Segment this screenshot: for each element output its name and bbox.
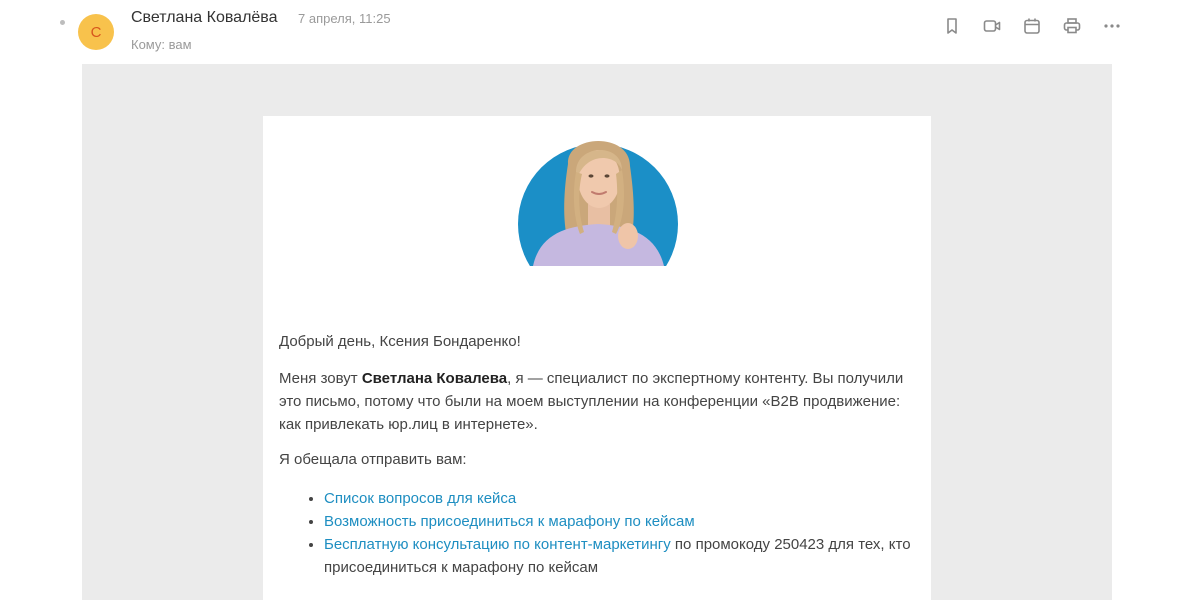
bookmark-icon (947, 18, 957, 34)
intro-text-start: Меня зовут (279, 370, 362, 387)
offer-item: Список вопросов для кейса (324, 487, 919, 510)
avatar-letter: С (90, 23, 102, 41)
promise-line: Я обещала отправить вам: (279, 451, 467, 468)
collapse-dot[interactable] (60, 20, 65, 25)
email-content: Добрый день, Ксения Бондаренко! Меня зов… (279, 330, 919, 579)
avatar: С (78, 14, 114, 50)
email-body-background: Добрый день, Ксения Бондаренко! Меня зов… (82, 64, 1112, 600)
more-icon (1104, 24, 1120, 28)
print-icon (1063, 18, 1081, 34)
offer-link-consultation[interactable]: Бесплатную консультацию по контент-марке… (324, 536, 671, 553)
author-photo (518, 124, 678, 266)
calendar-icon (1024, 18, 1040, 34)
video-call-button[interactable] (980, 14, 1004, 38)
recipient-line[interactable]: Кому: вам (131, 37, 192, 52)
intro-paragraph: Меня зовут Светлана Ковалева, я — специа… (279, 367, 919, 436)
offer-link-marathon[interactable]: Возможность присоединиться к марафону по… (324, 513, 695, 530)
offer-list: Список вопросов для кейса Возможность пр… (279, 487, 919, 579)
video-call-icon (983, 20, 1001, 32)
offer-link-questions[interactable]: Список вопросов для кейса (324, 490, 516, 507)
message-toolbar (940, 14, 1124, 38)
calendar-button[interactable] (1020, 14, 1044, 38)
greeting: Добрый день, Ксения Бондаренко! (279, 333, 521, 350)
intro-author-name: Светлана Ковалева (361, 370, 508, 387)
print-button[interactable] (1060, 14, 1084, 38)
more-button[interactable] (1100, 14, 1124, 38)
sent-date: 7 апреля, 11:25 (298, 11, 391, 26)
bookmark-button[interactable] (940, 14, 964, 38)
offer-item: Возможность присоединиться к марафону по… (324, 510, 919, 533)
sender-name[interactable]: Светлана Ковалёва (131, 9, 278, 27)
offer-item: Бесплатную консультацию по контент-марке… (324, 533, 919, 579)
woman-portrait-illustration (533, 141, 664, 266)
email-card: Добрый день, Ксения Бондаренко! Меня зов… (263, 116, 931, 600)
